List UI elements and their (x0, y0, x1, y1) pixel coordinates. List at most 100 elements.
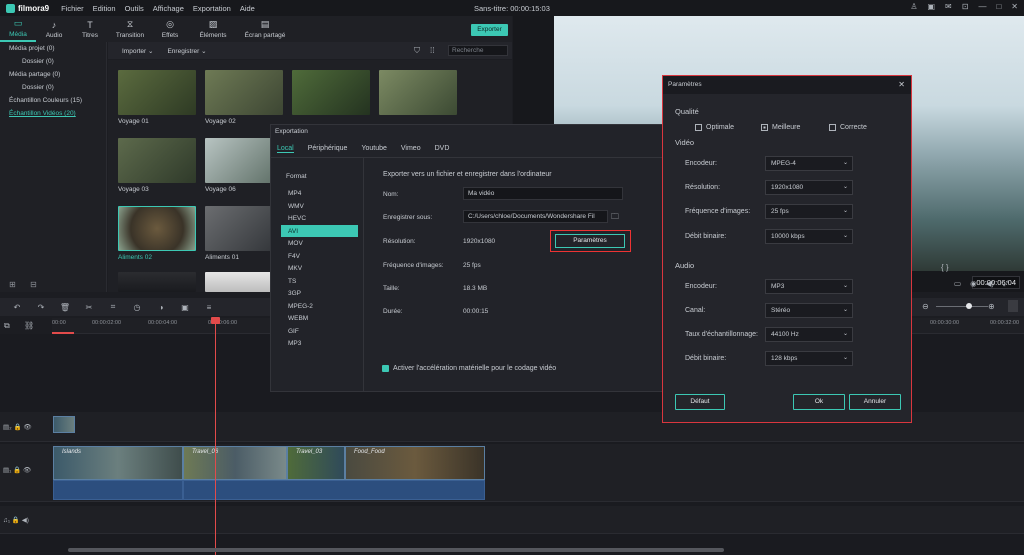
playhead-handle[interactable] (211, 317, 220, 324)
audio-samplerate-select[interactable]: 44100 Hz ⌄ (765, 327, 853, 342)
thumb-aliments-02[interactable] (118, 206, 196, 251)
ok-button[interactable]: Ok (793, 394, 845, 410)
format-3gp[interactable]: 3GP (281, 287, 358, 300)
tab-media[interactable]: ▭ Média (0, 16, 36, 42)
monitor-icon[interactable]: ▭ (954, 279, 961, 289)
audio-clip-1[interactable] (53, 480, 183, 500)
speed-icon[interactable]: ◷ (130, 303, 144, 312)
tab-dvd[interactable]: DVD (435, 145, 450, 153)
clip-islands[interactable]: Islands (53, 446, 183, 480)
import-button[interactable]: Importer ⌄ (122, 47, 153, 55)
format-wmv[interactable]: WMV (281, 200, 358, 213)
minimize-icon[interactable]: — (978, 2, 986, 11)
account-icon[interactable]: ♙ (910, 2, 917, 11)
add-folder-icon[interactable]: ⊞ (9, 280, 16, 289)
video-fps-select[interactable]: 25 fps ⌄ (765, 204, 853, 219)
hw-accel-checkbox[interactable]: Activer l'accélération matérielle pour l… (382, 365, 556, 372)
zoom-slider-handle[interactable] (966, 303, 972, 309)
tab-vimeo[interactable]: Vimeo (401, 145, 421, 153)
params-button[interactable]: Paramètres (555, 234, 625, 248)
filter-icon[interactable]: ⛉ (414, 46, 420, 56)
green-screen-icon[interactable]: ▣ (178, 303, 192, 312)
default-button[interactable]: Défaut (675, 394, 725, 410)
delete-icon[interactable]: 🗑 (58, 303, 72, 312)
export-button[interactable]: Exporter (471, 24, 508, 36)
format-mp4[interactable]: MP4 (281, 187, 358, 200)
undo-icon[interactable]: ↶ (10, 303, 24, 312)
audio-bitrate-select[interactable]: 128 kbps ⌄ (765, 351, 853, 366)
quality-correcte[interactable]: Correcte (829, 124, 867, 131)
new-folder-icon[interactable]: ⊟ (30, 280, 37, 289)
menu-aide[interactable]: Aide (240, 4, 255, 13)
cart-icon[interactable]: ⊡ (962, 2, 969, 11)
thumb-voyage-04[interactable] (292, 70, 370, 115)
tab-elements[interactable]: ▨ Éléments (188, 16, 238, 42)
redo-icon[interactable]: ↷ (34, 303, 48, 312)
audio-encoder-select[interactable]: MP3 ⌄ (765, 279, 853, 294)
clip-travel-03[interactable]: Travel_03 (287, 446, 345, 480)
close-icon[interactable]: ✕ (1011, 2, 1018, 11)
quality-optimale[interactable]: Optimale (695, 124, 734, 131)
thumb-voyage-05[interactable] (379, 70, 457, 115)
menu-fichier[interactable]: Fichier (61, 4, 84, 13)
format-mkv[interactable]: MKV (281, 262, 358, 275)
format-hevc[interactable]: HEVC (281, 212, 358, 225)
grid-icon[interactable]: ⁞⁞ (430, 46, 434, 55)
add-track-icon[interactable]: ⧉ (4, 321, 10, 331)
quality-meilleure[interactable]: Meilleure (761, 124, 800, 131)
tab-device[interactable]: Périphérique (308, 145, 348, 153)
format-webm[interactable]: WEBM (281, 312, 358, 325)
tab-audio[interactable]: ♪ Audio (36, 16, 72, 42)
thumb-voyage-02[interactable] (205, 70, 283, 115)
nav-shared-media[interactable]: Média partage (0) (0, 68, 106, 81)
tab-split-screen[interactable]: ▤ Écran partagé (238, 16, 292, 42)
fullscreen-icon[interactable]: ⤢ (1003, 279, 1009, 289)
tab-titles[interactable]: T Titres (72, 16, 108, 42)
nav-sample-videos[interactable]: Échantillon Vidéos (20) (0, 107, 106, 120)
nav-folder-1[interactable]: Dossier (0) (0, 55, 106, 68)
clip-food[interactable]: Food_Food (345, 446, 485, 480)
format-avi[interactable]: AVI (281, 224, 358, 237)
save-path-input[interactable]: C:/Users/chloe/Documents/Wondershare Fil (463, 210, 608, 223)
timeline-scrollbar[interactable] (68, 548, 724, 552)
tab-effects[interactable]: ◎ Effets (152, 16, 188, 42)
thumb-voyage-01[interactable] (118, 70, 196, 115)
tab-transition[interactable]: ⧖ Transition (108, 16, 152, 42)
mark-brackets[interactable]: { } (941, 263, 949, 272)
video-bitrate-select[interactable]: 10000 kbps ⌄ (765, 229, 853, 244)
zoom-out-icon[interactable]: ⊖ (922, 302, 929, 311)
volume-icon[interactable]: ◀) (986, 279, 994, 289)
format-ts[interactable]: TS (281, 275, 358, 288)
tab-youtube[interactable]: Youtube (361, 145, 386, 153)
format-mpeg2[interactable]: MPEG-2 (281, 300, 358, 313)
zoom-in-icon[interactable]: ⊕ (988, 302, 995, 311)
menu-exportation[interactable]: Exportation (193, 4, 231, 13)
clip-track2[interactable] (53, 416, 75, 433)
thumb-voyage-03[interactable] (118, 138, 196, 183)
audio-channel-select[interactable]: Stéréo ⌄ (765, 303, 853, 318)
audio-clip-2[interactable] (183, 480, 485, 500)
thumb-row4-a[interactable] (118, 272, 196, 292)
audio-adjust-icon[interactable]: ≡ (202, 303, 216, 312)
format-f4v[interactable]: F4V (281, 250, 358, 263)
timeline-options-icon[interactable] (1008, 300, 1018, 312)
name-input[interactable]: Ma vidéo (463, 187, 623, 200)
menu-edition[interactable]: Edition (93, 4, 116, 13)
format-mp3[interactable]: MP3 (281, 337, 358, 350)
format-mov[interactable]: MOV (281, 237, 358, 250)
crop-icon[interactable]: ⌗ (106, 302, 120, 312)
nav-project-media[interactable]: Média projet (0) (0, 42, 106, 55)
nav-folder-2[interactable]: Dossier (0) (0, 81, 106, 94)
clip-travel-06[interactable]: Travel_06 (183, 446, 287, 480)
zoom-slider[interactable] (936, 306, 988, 307)
mail-icon[interactable]: ✉ (945, 2, 952, 11)
folder-browse-icon[interactable]: 🗀 (611, 211, 619, 225)
cut-icon[interactable]: ✂ (82, 303, 96, 312)
save-icon[interactable]: ▣ (927, 2, 935, 11)
link-icon[interactable]: ⛓ (24, 321, 34, 330)
record-button[interactable]: Enregistrer ⌄ (167, 47, 206, 55)
menu-affichage[interactable]: Affichage (153, 4, 184, 13)
camera-icon[interactable]: ◉ (970, 279, 977, 289)
video-resolution-select[interactable]: 1920x1080 ⌄ (765, 180, 853, 195)
format-gif[interactable]: GIF (281, 325, 358, 338)
